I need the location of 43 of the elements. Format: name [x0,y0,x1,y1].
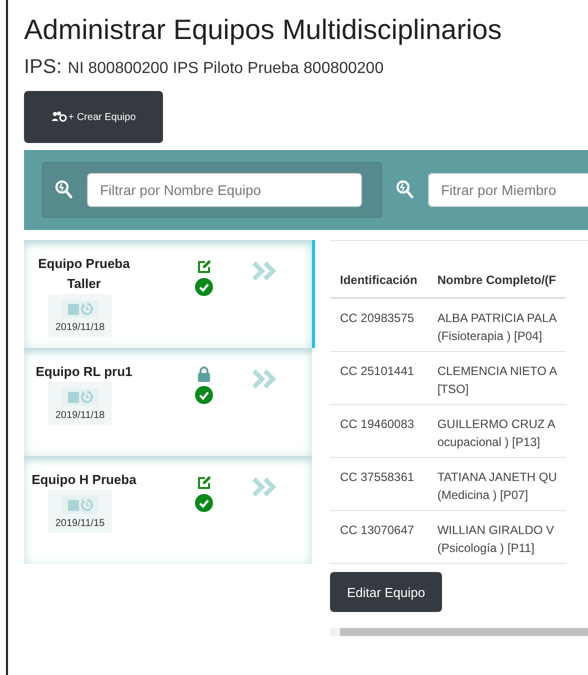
calendar-history-icon [62,496,98,514]
filter-field[interactable]: Fitrar por Miembro [428,173,588,207]
double-chevron-icon[interactable] [252,476,278,498]
team-card[interactable]: Equipo H Prueba 2019/11/15 [24,456,315,564]
team-date: 2019/11/15 [55,518,105,529]
table-cell: ALBA PATRICIA PALA (Fisioterapia ) [P04] [427,298,566,352]
team-name: Equipo H Prueba [32,471,136,489]
double-chevron-icon[interactable] [252,260,278,282]
lock-icon [197,366,211,382]
table-cell: TATIANA JANETH QU (Medicina ) [P07] [427,458,566,510]
check-circle-icon [195,386,213,404]
create-team-button[interactable]: + Crear Equipo [24,91,163,143]
table-cell: CC 25101441 [330,352,428,404]
ips-label: IPS: [24,56,62,79]
team-name: Equipo Prueba Taller [37,255,131,293]
team-date: 2019/11/18 [55,410,105,421]
filter-field[interactable]: Filtrar por Nombre Equipo [87,173,362,207]
table-cell: WILLIAN GIRALDO V (Psicología ) [P11] [427,510,566,564]
column-header: Nombre Completo/(F [427,263,566,298]
check-circle-icon [195,494,213,512]
table-cell: CC 20983575 [330,298,428,352]
team-card[interactable]: Equipo Prueba Taller 2019/11/18 [24,240,315,348]
column-header: Identificación [330,263,428,298]
table-cell: CC 37558361 [330,458,428,510]
double-chevron-icon[interactable] [252,368,278,390]
table-cell: CC 19460083 [330,404,428,458]
team-card[interactable]: Equipo RL pru1 2019/11/18 [24,348,315,456]
search-icon [55,180,73,200]
edit-icon [196,474,212,490]
people-gear-icon [51,111,68,123]
ips-value: NI 800800200 IPS Piloto Prueba 800800200 [68,60,384,78]
page-title: Administrar Equipos Multidisciplinarios [24,14,503,46]
team-date: 2019/11/18 [55,322,105,333]
team-name: Equipo RL pru1 [36,363,132,381]
table-cell: CC 13070647 [330,510,428,564]
edit-team-button[interactable]: Editar Equipo [330,572,442,612]
edit-icon [196,258,212,274]
calendar-history-icon [62,388,98,406]
check-circle-icon [195,278,213,296]
table-cell: CLEMENCIA NIETO A [TSO] [427,352,566,404]
search-icon [396,180,414,200]
table-cell: GUILLERMO CRUZ A ocupacional ) [P13] [427,404,566,458]
calendar-history-icon [62,300,98,318]
